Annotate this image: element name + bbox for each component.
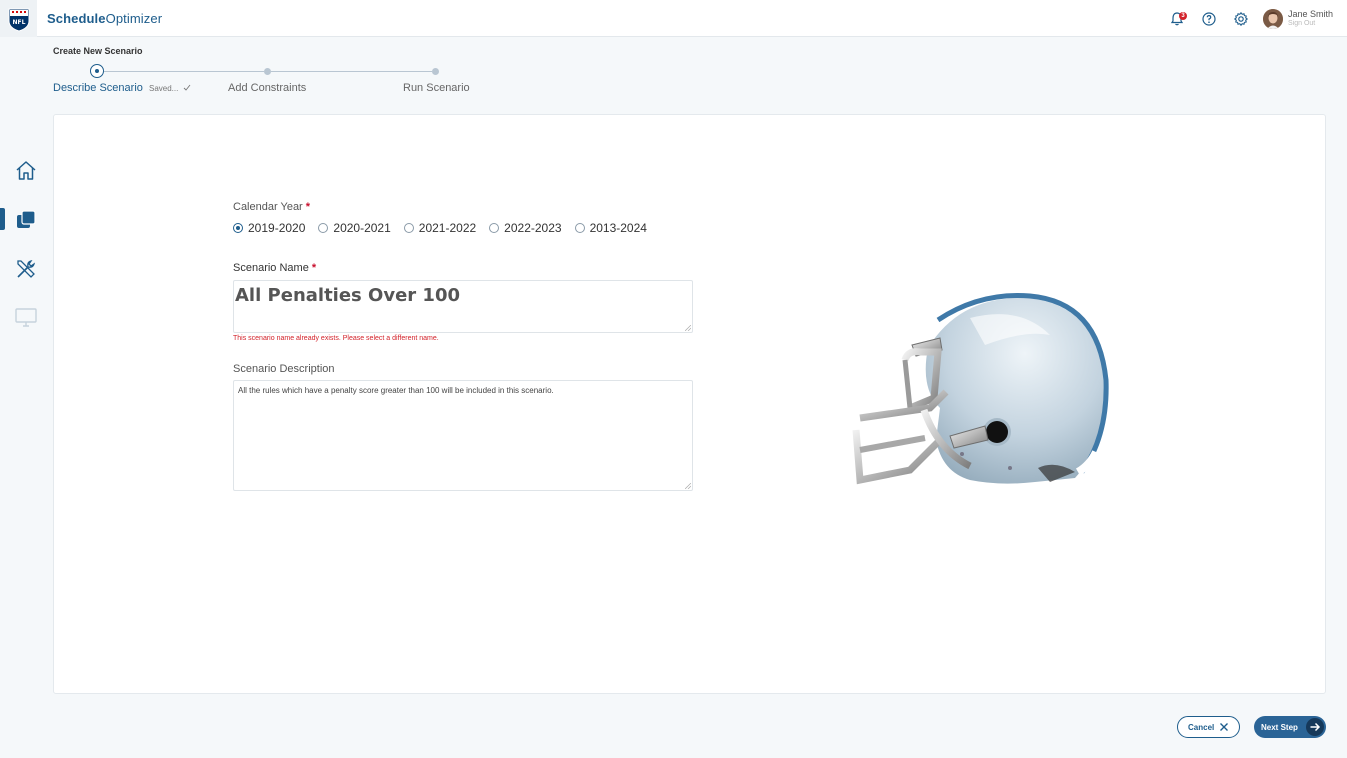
scenario-name-value: All Penalties Over 100 <box>235 285 460 306</box>
next-step-button[interactable]: Next Step <box>1254 716 1326 738</box>
app-title: ScheduleOptimizer <box>47 11 163 26</box>
home-icon[interactable] <box>14 159 38 183</box>
notification-badge: 3 <box>1179 12 1187 20</box>
year-option-2022-2023[interactable]: 2022-2023 <box>489 221 562 235</box>
check-icon <box>183 84 190 91</box>
radio-unselected[interactable] <box>318 223 329 233</box>
nfl-logo[interactable]: NFL <box>0 0 37 37</box>
step-connector <box>271 71 432 72</box>
year-option-2021-2022[interactable]: 2021-2022 <box>403 221 476 235</box>
football-helmet-illustration <box>852 293 1109 485</box>
sidebar-active-marker <box>0 208 5 230</box>
step-connector <box>104 71 264 72</box>
gear-icon[interactable] <box>1233 11 1249 27</box>
close-icon <box>1220 723 1228 731</box>
scenario-name-error: This scenario name already exists. Pleas… <box>233 335 439 342</box>
avatar[interactable] <box>1263 9 1283 29</box>
scenario-description-value: All the rules which have a penalty score… <box>238 386 554 395</box>
year-option-2019-2020[interactable]: 2019-2020 <box>233 221 305 235</box>
step-indicator-run[interactable] <box>432 68 439 75</box>
arrow-right-icon <box>1306 718 1324 736</box>
step-label-describe[interactable]: Describe Scenario <box>53 82 143 94</box>
calendar-year-options: 2019-2020 2020-2021 2021-2022 2022-2023 … <box>233 220 660 236</box>
saved-status: Saved... <box>149 84 191 93</box>
scenarios-icon[interactable] <box>14 208 38 232</box>
radio-selected[interactable] <box>233 223 243 233</box>
year-option-2020-2021[interactable]: 2020-2021 <box>318 221 391 235</box>
svg-text:NFL: NFL <box>12 19 25 26</box>
sign-out-link[interactable]: Sign Out <box>1288 20 1315 27</box>
step-indicator-describe[interactable] <box>90 64 104 78</box>
user-photo-icon <box>1263 9 1283 29</box>
nfl-shield-icon: NFL <box>8 8 29 32</box>
radio-unselected[interactable] <box>574 223 585 233</box>
top-bar: NFL ScheduleOptimizer 3 Jane Smith Sign … <box>0 0 1347 37</box>
cancel-button[interactable]: Cancel <box>1177 716 1240 738</box>
radio-unselected[interactable] <box>403 223 414 233</box>
calendar-year-label: Calendar Year * <box>233 201 311 213</box>
user-name: Jane Smith <box>1288 9 1334 19</box>
tools-icon[interactable] <box>14 257 38 281</box>
step-label-run[interactable]: Run Scenario <box>403 82 470 94</box>
year-option-2013-2024[interactable]: 2013-2024 <box>574 221 647 235</box>
step-indicator-constraints[interactable] <box>264 68 271 75</box>
scenario-description-label: Scenario Description <box>233 363 335 375</box>
help-icon[interactable] <box>1201 11 1217 27</box>
step-label-constraints[interactable]: Add Constraints <box>228 82 306 94</box>
resize-grip-icon[interactable] <box>685 325 691 331</box>
resize-grip-icon[interactable] <box>685 483 691 489</box>
radio-unselected[interactable] <box>489 223 500 233</box>
page-heading: Create New Scenario <box>53 46 143 56</box>
monitor-icon[interactable] <box>14 305 38 329</box>
scenario-name-input[interactable]: All Penalties Over 100 <box>233 280 693 333</box>
scenario-name-label: Scenario Name * <box>233 262 317 274</box>
scenario-description-input[interactable]: All the rules which have a penalty score… <box>233 380 693 491</box>
